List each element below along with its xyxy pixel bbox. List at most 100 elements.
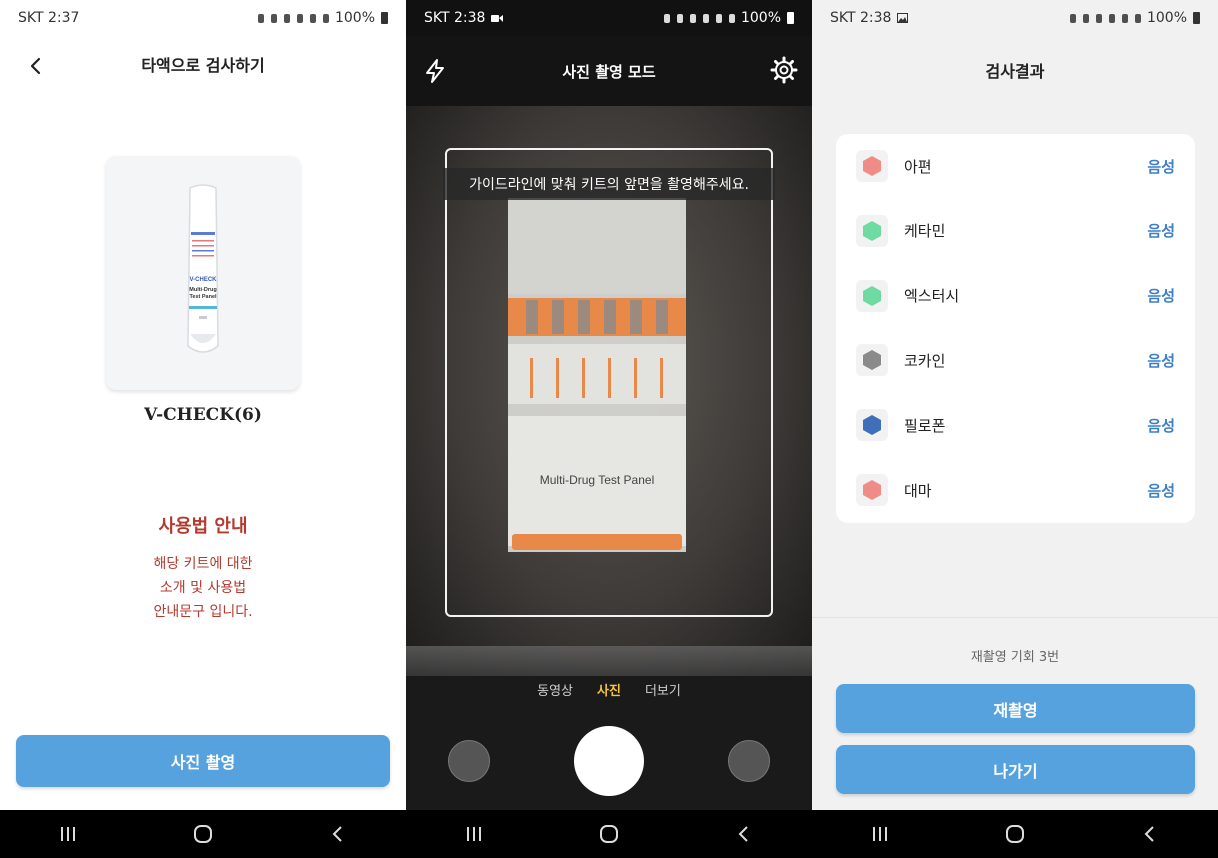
camera-mode-selector: 동영상 사진 더보기 [406,680,812,706]
status-bar: SKT 2:38 100% [812,0,1218,36]
system-nav-bar [0,810,406,858]
home-button[interactable] [985,814,1045,854]
battery-percent: 100% [334,10,375,26]
home-button[interactable] [579,814,639,854]
chevron-left-icon [30,57,41,75]
image-icon [897,13,909,23]
usage-guide-text: 해당 키트에 대한 소개 및 사용법 안내문구 입니다. [0,552,406,624]
drug-name: 케타민 [904,222,946,241]
hexagon-icon [856,150,888,182]
kit-name: V-CHECK(6) [144,405,262,425]
shutter-button[interactable] [574,726,644,796]
divider [812,617,1218,618]
status-bar: SKT 2:38 100% [406,0,812,36]
result-row: 엑스터시 음성 [836,264,1195,328]
exit-button[interactable]: 나가기 [836,745,1195,794]
recent-apps-icon [872,827,887,841]
recent-apps-button[interactable] [850,814,910,854]
drug-name: 코카인 [904,351,946,370]
page-header: 타액으로 검사하기 [0,36,406,92]
carrier-time: SKT 2:37 [18,10,80,26]
flash-button[interactable] [422,58,448,84]
retake-button[interactable]: 재촬영 [836,684,1195,733]
usage-guide-line: 해당 키트에 대한 [153,556,253,572]
back-button[interactable] [22,52,50,80]
camera-top-bar: 사진 촬영 모드 [406,36,812,106]
nav-back-button[interactable] [308,814,368,854]
status-bar: SKT 2:37 100% [0,0,406,36]
home-icon [599,825,618,843]
usage-guide-line: 안내문구 입니다. [153,604,253,620]
status-icons: 100% [256,10,388,26]
video-recording-icon [491,14,504,22]
battery-percent: 100% [1146,10,1187,26]
home-button[interactable] [173,814,233,854]
system-status-icons [256,13,331,24]
system-nav-bar [406,810,812,858]
back-icon [1144,826,1155,842]
result-row: 코카인 음성 [836,328,1195,392]
kit-image-card: V-CHECK Multi-Drug Test Panel [106,156,300,390]
battery-icon [381,12,388,24]
drug-name: 아편 [904,157,932,176]
page-title: 검사결과 [985,62,1045,81]
mode-video[interactable]: 동영상 [537,680,573,706]
drug-name: 필로폰 [904,416,946,435]
carrier-time: SKT 2:38 [830,10,909,26]
camera-mode-title: 사진 촬영 모드 [562,62,656,81]
camera-viewfinder[interactable]: Multi-Drug Test Panel 가이드라인에 맞춰 키트의 앞면을 … [406,106,812,676]
battery-icon [787,12,794,24]
hexagon-icon [856,279,888,312]
flash-icon [426,59,444,83]
recent-apps-button[interactable] [444,814,504,854]
carrier-time-text: SKT 2:38 [830,10,892,26]
status-icons: 100% [662,10,794,26]
drug-result: 음성 [1147,416,1175,435]
page-title: 타액으로 검사하기 [141,56,265,75]
back-icon [332,826,343,842]
nav-back-button[interactable] [714,814,774,854]
home-icon [193,825,212,843]
drug-result: 음성 [1147,287,1175,306]
mode-more[interactable]: 더보기 [645,680,681,706]
home-icon [1005,825,1024,843]
kit-image-text-line-2: Test Panel [189,294,217,300]
gallery-thumbnail-button[interactable] [448,740,490,782]
result-row: 대마 음성 [836,458,1195,522]
mode-photo[interactable]: 사진 [597,680,621,706]
system-status-icons [1068,13,1143,24]
hexagon-icon [856,409,888,442]
gear-icon [770,56,798,84]
nav-back-button[interactable] [1120,814,1180,854]
kit-image-brand: V-CHECK [189,277,217,283]
carrier-time: SKT 2:38 [424,10,504,26]
drug-result: 음성 [1147,157,1175,176]
status-icons: 100% [1068,10,1200,26]
system-status-icons [662,13,737,24]
drug-name: 대마 [904,481,932,500]
guide-frame [445,148,773,617]
kit-image: V-CHECK Multi-Drug Test Panel [187,184,219,353]
result-row: 케타민 음성 [836,199,1195,263]
recent-apps-icon [60,827,75,841]
system-nav-bar [812,810,1218,858]
result-card: 아편 음성 케타민 음성 엑스터시 음성 코카인 음성 필로폰 음성 대마 음성 [836,134,1195,523]
usage-guide-line: 소개 및 사용법 [159,580,247,596]
drug-result: 음성 [1147,351,1175,370]
take-photo-button[interactable]: 사진 촬영 [16,735,390,787]
hexagon-icon [856,214,888,247]
drug-result: 음성 [1147,481,1175,500]
guide-tip: 가이드라인에 맞춰 키트의 앞면을 촬영해주세요. [443,168,775,200]
result-row: 아편 음성 [836,134,1195,198]
kit-image-text-line-1: Multi-Drug [189,287,217,293]
hexagon-icon [856,344,888,377]
screen-results: SKT 2:38 100% 검사결과 아편 음성 케타민 음성 엑스터시 음성 코카인 음성 필… [812,0,1218,858]
recent-apps-icon [466,827,481,841]
battery-icon [1193,12,1200,24]
hexagon-icon [856,474,888,506]
recent-apps-button[interactable] [38,814,98,854]
screen-kit-intro: SKT 2:37 100% 타액으로 검사하기 V-CHECK Multi-Dr… [0,0,406,858]
switch-camera-button[interactable] [728,740,770,782]
camera-settings-button[interactable] [770,56,798,84]
carrier-time-text: SKT 2:38 [424,10,486,26]
